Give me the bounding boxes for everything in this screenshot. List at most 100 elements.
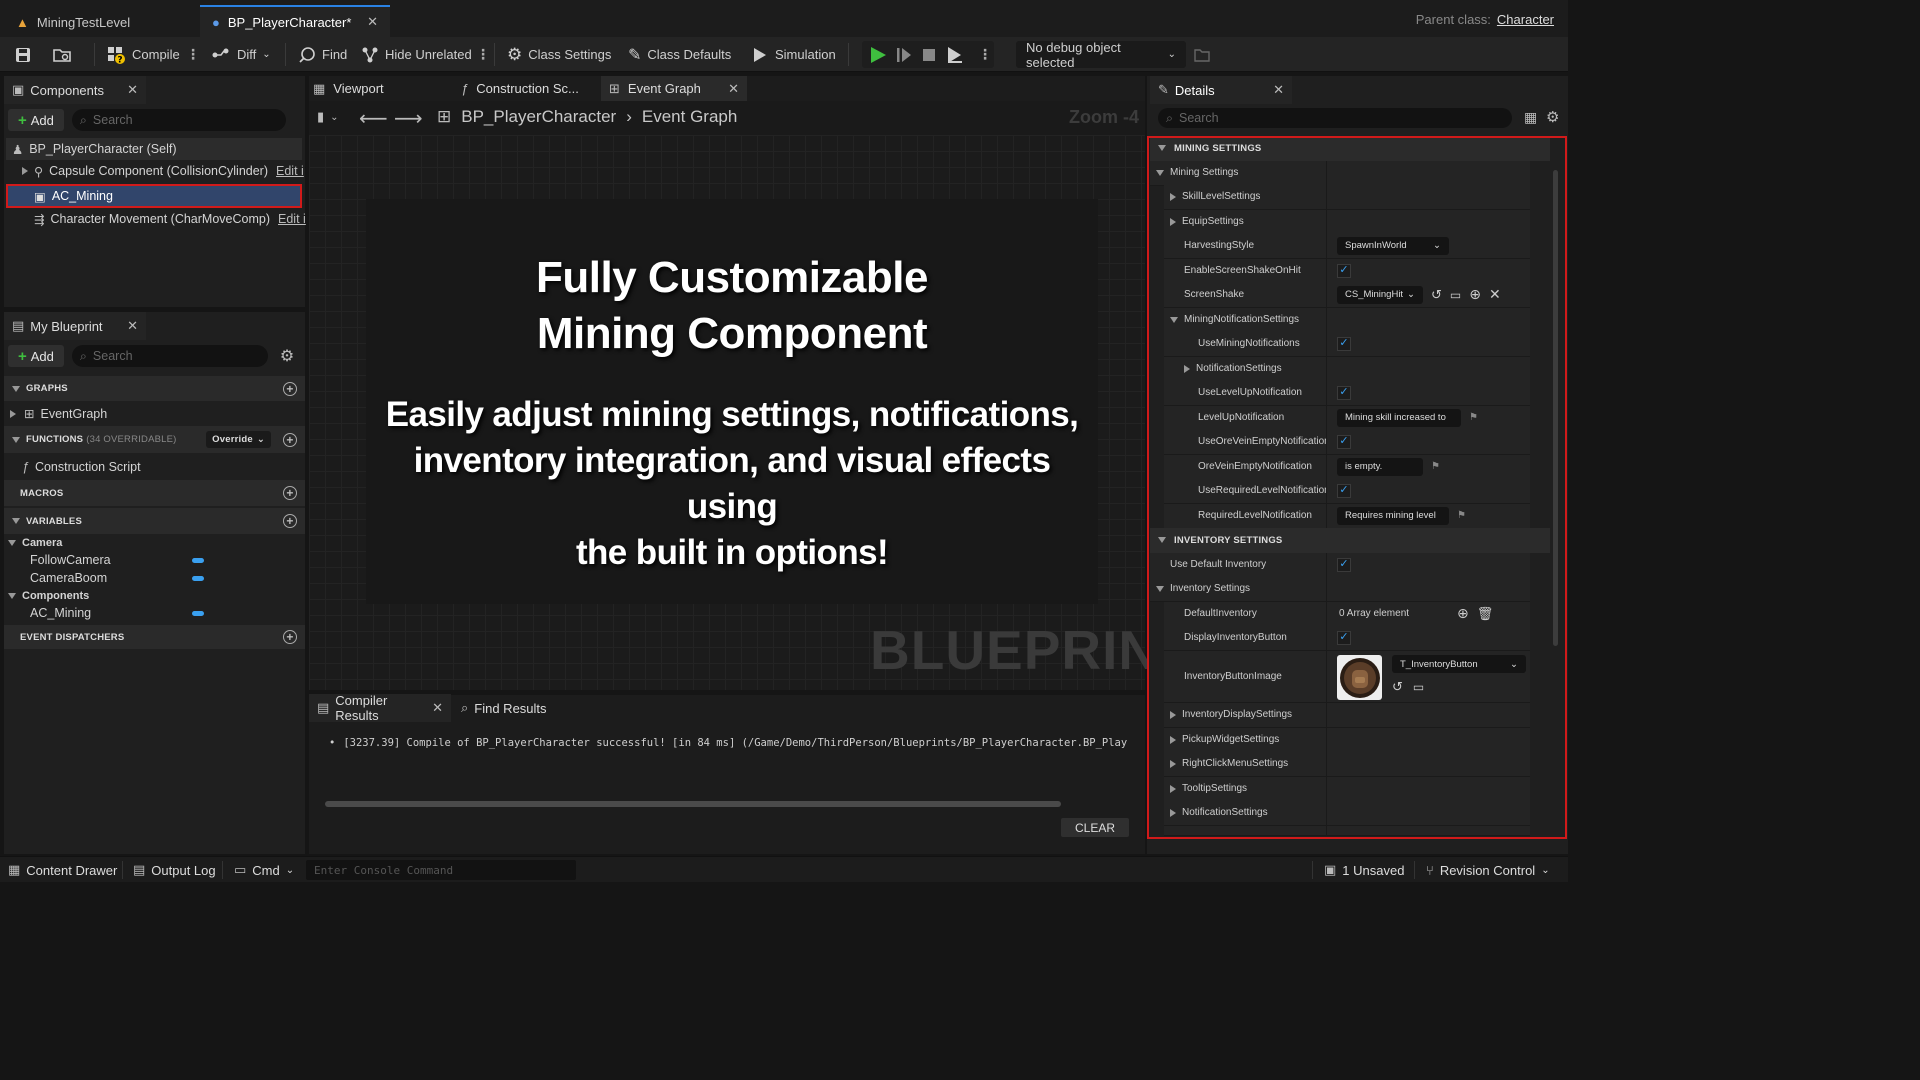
- bookmark-button[interactable]: ▮ ⌄: [317, 109, 339, 125]
- tree-item-character-movement[interactable]: ⇶ Character Movement (CharMoveComp) Edit…: [4, 208, 306, 230]
- checkbox[interactable]: ✓: [1337, 557, 1351, 572]
- tree-item-self[interactable]: ♟ BP_PlayerCharacter (Self): [6, 138, 302, 160]
- add-macro-icon[interactable]: +: [283, 486, 297, 500]
- add-function-icon[interactable]: +: [283, 432, 297, 447]
- stop-button[interactable]: [921, 37, 937, 72]
- add-component-button[interactable]: + Add: [8, 109, 64, 131]
- console-command-input[interactable]: Enter Console Command: [306, 860, 576, 880]
- close-icon[interactable]: ✕: [367, 14, 378, 30]
- tab-find-results[interactable]: ⌕ Find Results: [451, 694, 555, 722]
- cmd-dropdown[interactable]: ▭ Cmd ⌄: [234, 857, 294, 883]
- tree-item-ac-mining[interactable]: ▣ AC_Mining: [6, 184, 302, 208]
- override-dropdown[interactable]: Override ⌄: [206, 431, 271, 448]
- debug-object-select[interactable]: No debug object selected ⌄: [1016, 40, 1186, 70]
- mining-settings-section[interactable]: MINING SETTINGS: [1150, 136, 1550, 161]
- horizontal-scrollbar[interactable]: [325, 801, 1061, 807]
- browse-folder-icon[interactable]: ▭: [1450, 288, 1461, 302]
- tab-construction-script[interactable]: ƒ Construction Sc...: [461, 76, 579, 101]
- tab-compiler-results[interactable]: ▤ Compiler Results ✕: [309, 693, 451, 723]
- breadcrumb-root[interactable]: BP_PlayerCharacter: [461, 107, 616, 127]
- add-dispatcher-icon[interactable]: +: [283, 630, 297, 644]
- simulation-button[interactable]: Simulation: [751, 37, 836, 72]
- function-item-construction-script[interactable]: ƒ Construction Script: [4, 453, 305, 480]
- play-button[interactable]: [868, 37, 888, 72]
- unsaved-button[interactable]: ▣ 1 Unsaved: [1324, 857, 1404, 883]
- property-pickup-widget-settings[interactable]: PickupWidgetSettings: [1164, 728, 1530, 753]
- tab-components[interactable]: ▣ Components ✕: [4, 76, 146, 104]
- tab-event-graph[interactable]: ⊞ Event Graph ✕: [601, 76, 747, 101]
- checkbox[interactable]: ✓: [1337, 483, 1351, 498]
- tab-mining-test-level[interactable]: ▲ MiningTestLevel: [4, 7, 200, 37]
- level-up-text-field[interactable]: Mining skill increased to: [1337, 408, 1461, 427]
- clear-x-icon[interactable]: ✕: [1489, 286, 1501, 303]
- gear-icon[interactable]: ⚙: [1546, 108, 1559, 126]
- tab-viewport[interactable]: ▦ Viewport: [313, 76, 384, 101]
- add-variable-icon[interactable]: +: [283, 514, 297, 528]
- trash-icon[interactable]: 🗑: [1477, 606, 1494, 622]
- edit-link[interactable]: Edit i: [278, 212, 306, 226]
- parent-class-link[interactable]: Character: [1497, 12, 1554, 27]
- property-right-click-menu-settings[interactable]: RightClickMenuSettings: [1164, 752, 1530, 777]
- components-search-input[interactable]: ⌕ Search: [71, 109, 286, 131]
- debug-browse-button[interactable]: [1194, 37, 1210, 72]
- close-icon[interactable]: ✕: [1273, 82, 1284, 98]
- tree-item-capsule[interactable]: ⚲ Capsule Component (CollisionCylinder) …: [4, 160, 305, 182]
- graphs-section-header[interactable]: GRAPHS +: [4, 376, 305, 401]
- variable-follow-camera[interactable]: FollowCamera: [4, 551, 305, 569]
- checkbox[interactable]: ✓: [1337, 385, 1351, 400]
- reset-arrow-icon[interactable]: ↺: [1392, 679, 1403, 695]
- property-mining-notification-settings[interactable]: MiningNotificationSettings: [1164, 308, 1530, 333]
- class-settings-button[interactable]: ⚙ Class Settings: [507, 37, 611, 72]
- edit-link[interactable]: Edit i: [276, 164, 304, 178]
- add-graph-icon[interactable]: +: [283, 381, 297, 396]
- output-log-button[interactable]: ▤ Output Log: [133, 857, 216, 883]
- variable-camera-boom[interactable]: CameraBoom: [4, 569, 305, 587]
- functions-section-header[interactable]: FUNCTIONS (34 OVERRIDABLE) Override ⌄ +: [4, 426, 305, 453]
- property-tooltip-settings[interactable]: TooltipSettings: [1164, 777, 1530, 802]
- texture-thumbnail[interactable]: [1337, 655, 1382, 700]
- property-notification-settings-2[interactable]: NotificationSettings: [1164, 801, 1530, 826]
- table-view-icon[interactable]: ▦: [1524, 109, 1537, 126]
- close-icon[interactable]: ✕: [127, 82, 138, 98]
- inventory-settings-section[interactable]: INVENTORY SETTINGS: [1150, 528, 1550, 553]
- tab-details[interactable]: ✎ Details ✕: [1150, 76, 1292, 104]
- property-inventory-display-settings[interactable]: InventoryDisplaySettings: [1164, 703, 1530, 728]
- screen-shake-dropdown[interactable]: CS_MiningHit ⌄: [1337, 285, 1423, 304]
- add-circle-icon[interactable]: ⊕: [1469, 286, 1481, 303]
- flag-icon[interactable]: ⚑: [1469, 412, 1478, 423]
- content-drawer-button[interactable]: ▦ Content Drawer: [8, 857, 117, 883]
- tab-my-blueprint[interactable]: ▤ My Blueprint ✕: [4, 312, 146, 340]
- event-dispatchers-section-header[interactable]: EVENT DISPATCHERS +: [4, 625, 305, 649]
- reset-arrow-icon[interactable]: ↺: [1431, 287, 1442, 303]
- clear-button[interactable]: CLEAR: [1061, 818, 1129, 837]
- variables-section-header[interactable]: VARIABLES +: [4, 508, 305, 534]
- flag-icon[interactable]: ⚑: [1431, 461, 1440, 472]
- close-icon[interactable]: ✕: [127, 318, 138, 334]
- mining-settings-group[interactable]: Mining Settings: [1150, 161, 1530, 186]
- checkbox[interactable]: ✓: [1337, 263, 1351, 278]
- ore-vein-text-field[interactable]: is empty.: [1337, 457, 1423, 476]
- save-button[interactable]: [14, 37, 32, 72]
- diff-button[interactable]: Diff ⌄: [211, 37, 271, 72]
- play-options-menu-icon[interactable]: ⋮: [978, 37, 992, 72]
- variable-ac-mining[interactable]: AC_Mining: [4, 604, 305, 622]
- property-equip-settings[interactable]: EquipSettings: [1164, 210, 1530, 235]
- graph-item-eventgraph[interactable]: ⊞ EventGraph: [4, 401, 305, 426]
- harvesting-style-dropdown[interactable]: SpawnInWorld ⌄: [1337, 236, 1449, 255]
- close-icon[interactable]: ✕: [432, 700, 443, 716]
- details-search-input[interactable]: ⌕ Search: [1158, 108, 1512, 128]
- required-level-text-field[interactable]: Requires mining level: [1337, 506, 1449, 525]
- add-element-icon[interactable]: ⊕: [1457, 605, 1469, 622]
- eject-button[interactable]: [945, 37, 965, 72]
- property-notification-settings[interactable]: NotificationSettings: [1164, 357, 1530, 382]
- compile-options-icon[interactable]: ⋮: [186, 37, 200, 72]
- checkbox[interactable]: ✓: [1337, 336, 1351, 351]
- gear-icon[interactable]: ⚙: [280, 346, 294, 366]
- expand-arrow-icon[interactable]: [10, 409, 16, 418]
- step-button[interactable]: [895, 37, 913, 72]
- more-options-icon[interactable]: ⋮: [476, 37, 490, 72]
- inventory-settings-group[interactable]: Inventory Settings: [1150, 577, 1530, 602]
- my-blueprint-search-input[interactable]: ⌕ Search: [71, 345, 268, 367]
- compile-button[interactable]: ? Compile: [106, 37, 180, 72]
- forward-arrow-icon[interactable]: ⟶: [394, 106, 423, 131]
